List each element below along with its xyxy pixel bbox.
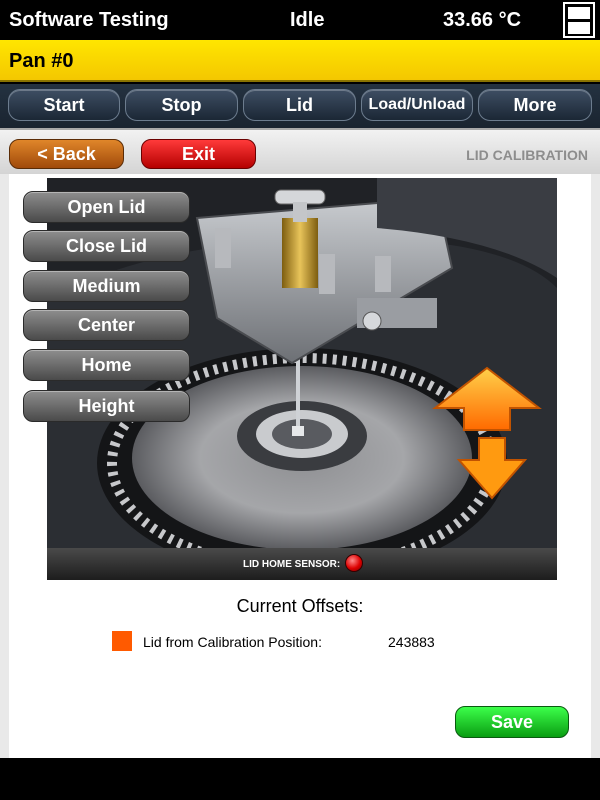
panel-header: < Back Exit LID CALIBRATION <box>0 130 600 174</box>
lid-calibration-panel: < Back Exit LID CALIBRATION Open Lid Clo… <box>0 128 600 760</box>
open-lid-button[interactable]: Open Lid <box>23 191 190 223</box>
close-lid-button[interactable]: Close Lid <box>23 230 190 262</box>
offset-value: 243883 <box>388 634 435 650</box>
panel-content: Open Lid Close Lid Medium Center Home He… <box>9 174 591 760</box>
load-unload-button[interactable]: Load/Unload <box>361 89 473 121</box>
app-title: Software Testing <box>9 9 169 31</box>
current-offsets-title: Current Offsets: <box>236 596 364 616</box>
lid-home-sensor-label: LID HOME SENSOR: <box>243 559 341 570</box>
height-button[interactable]: Height <box>23 390 190 422</box>
exit-button[interactable]: Exit <box>141 139 256 169</box>
status-bar: Software Testing Idle 33.66 °C <box>0 0 600 40</box>
save-button[interactable]: Save <box>455 706 569 738</box>
window-toggle-button[interactable] <box>563 2 595 38</box>
stop-button[interactable]: Stop <box>125 89 238 121</box>
center-button[interactable]: Center <box>23 309 190 341</box>
medium-button[interactable]: Medium <box>23 270 190 302</box>
lid-button[interactable]: Lid <box>243 89 356 121</box>
nav-bar: Start Stop Lid Load/Unload More <box>0 84 600 128</box>
offset-color-swatch <box>112 631 132 651</box>
offset-label: Lid from Calibration Position: <box>143 634 322 650</box>
pan-label: Pan #0 <box>9 50 74 72</box>
screen-title: LID CALIBRATION <box>466 147 588 163</box>
instrument-status: Idle <box>290 9 325 31</box>
home-button[interactable]: Home <box>23 349 190 381</box>
temperature-readout: 33.66 °C <box>443 9 522 31</box>
bottom-bar <box>0 758 600 800</box>
back-button[interactable]: < Back <box>9 139 124 169</box>
lid-home-sensor-bar: LID HOME SENSOR: <box>47 548 557 580</box>
more-button[interactable]: More <box>478 89 592 121</box>
sensor-indicator-icon <box>345 554 363 572</box>
start-button[interactable]: Start <box>8 89 120 121</box>
pan-bar: Pan #0 <box>0 40 600 82</box>
